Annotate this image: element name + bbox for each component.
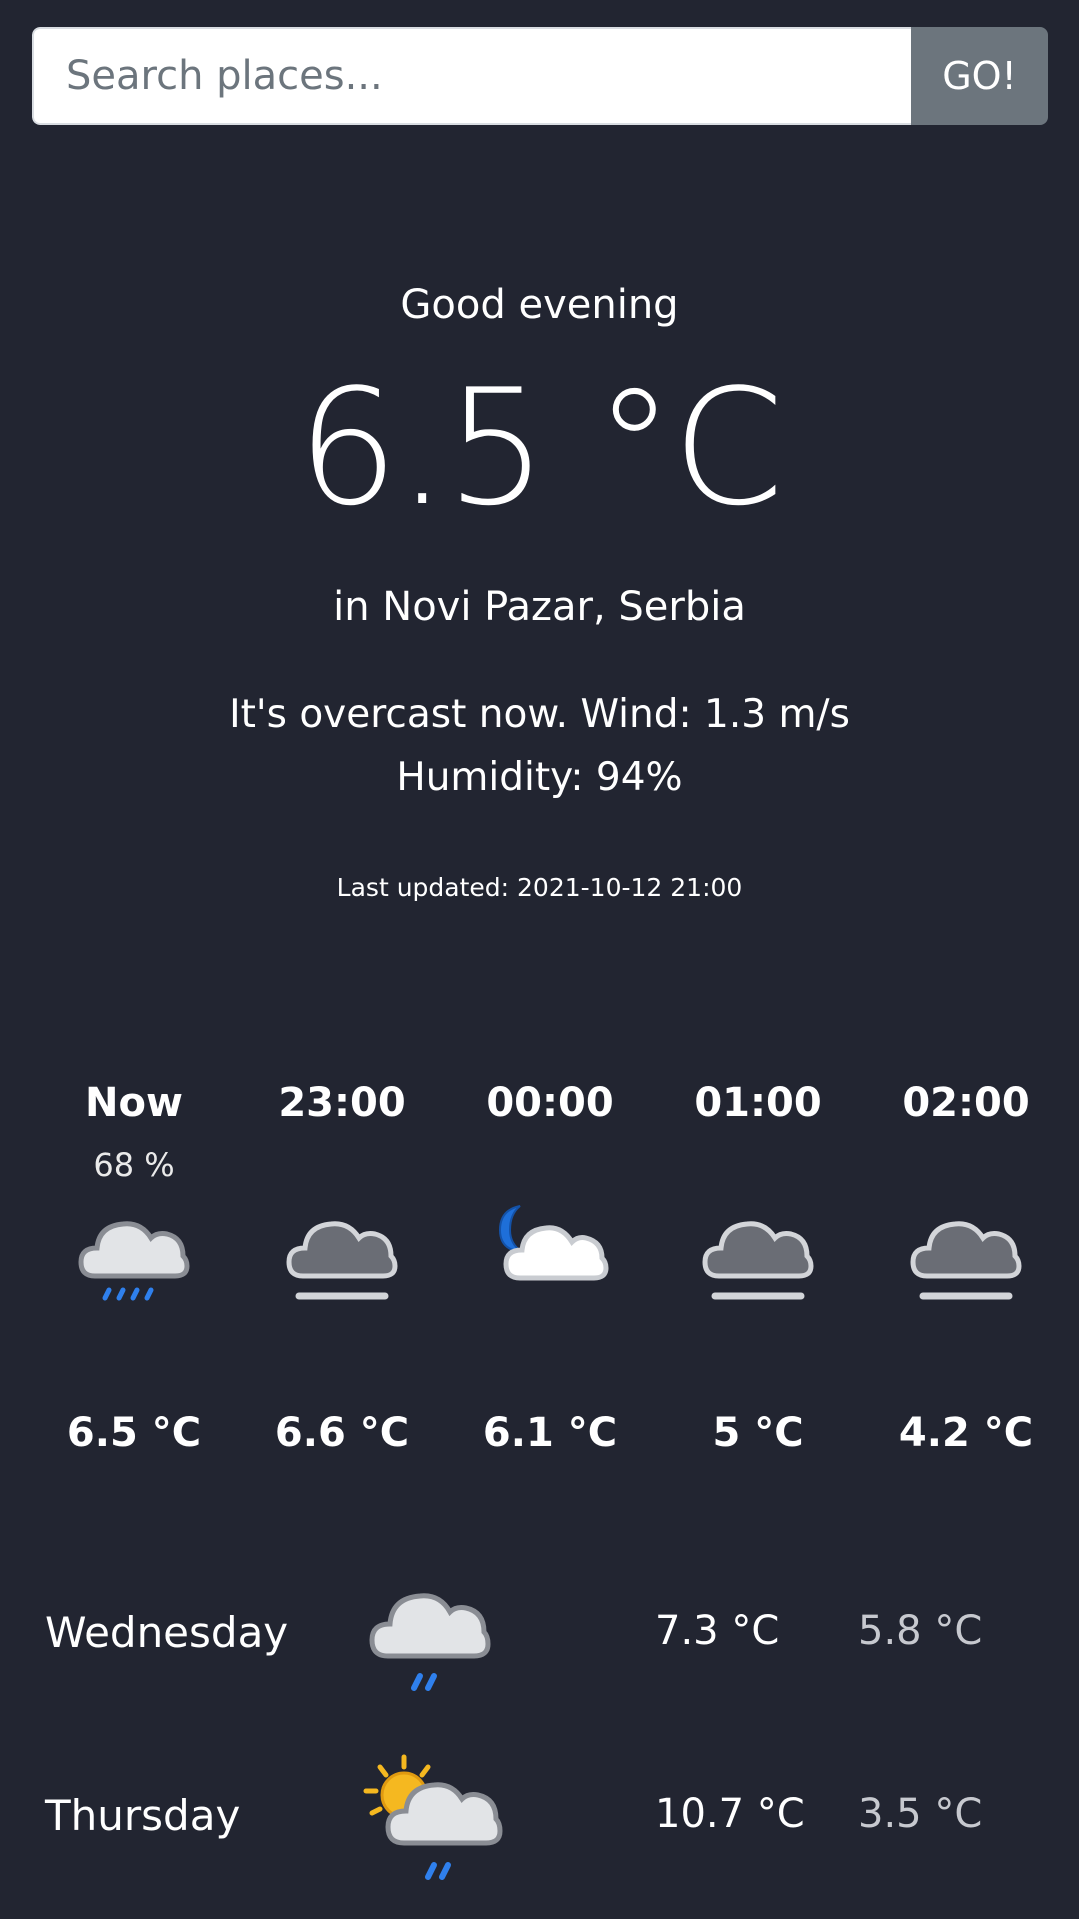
hourly-item: Now 68 % 6.5 °C: [30, 1080, 238, 1460]
humidity: Humidity: 94%: [396, 755, 683, 800]
hour-time: 02:00: [902, 1080, 1030, 1126]
hour-temperature: 5 °C: [712, 1410, 804, 1456]
day-min-temperature: 5.8 °C: [858, 1608, 983, 1654]
daily-row: Wednesday 7.3 °C 5.8 °C: [0, 1570, 1079, 1710]
hour-time: 00:00: [486, 1080, 614, 1126]
hourly-item: 02:00 4.2 °C: [862, 1080, 1070, 1460]
hourly-item: 01:00 5 °C: [654, 1080, 862, 1460]
weather-description: It's overcast now. Wind: 1.3 m/s: [229, 692, 850, 737]
hour-time: 01:00: [694, 1080, 822, 1126]
day-name: Thursday: [45, 1791, 241, 1840]
location: in Novi Pazar, Serbia: [333, 584, 746, 630]
day-name: Wednesday: [45, 1608, 289, 1657]
hourly-item: 23:00 6.6 °C: [238, 1080, 446, 1460]
greeting: Good evening: [400, 282, 679, 328]
sun-cloud-rain-icon: [363, 1754, 503, 1880]
hour-time: 23:00: [278, 1080, 406, 1126]
day-max-temperature: 7.3 °C: [655, 1608, 780, 1654]
hour-temperature: 6.5 °C: [66, 1410, 202, 1456]
hour-temperature: 6.1 °C: [482, 1410, 618, 1456]
cloud-rain-icon: [78, 1221, 190, 1301]
day-max-temperature: 10.7 °C: [655, 1791, 805, 1837]
daily-row: Thursday 10.7 °C 3.5 °C: [0, 1753, 1079, 1893]
overcast-fog-icon: [702, 1221, 814, 1300]
cloud-moon-icon: [498, 1205, 609, 1281]
day-min-temperature: 3.5 °C: [858, 1791, 983, 1837]
hour-temperature: 6.6 °C: [274, 1410, 410, 1456]
search-bar: GO!: [32, 27, 1048, 125]
precipitation-chance: 68 %: [93, 1146, 175, 1184]
search-input[interactable]: [32, 27, 911, 125]
overcast-fog-icon: [910, 1221, 1022, 1300]
current-temperature: 6.5 °C: [296, 354, 784, 541]
hour-temperature: 4.2 °C: [898, 1410, 1034, 1456]
go-button[interactable]: GO!: [911, 27, 1048, 125]
hourly-item: 00:00 6.1 °C: [446, 1080, 654, 1460]
overcast-fog-icon: [286, 1221, 398, 1300]
cloud-rain-icon: [369, 1593, 491, 1691]
last-updated: Last updated: 2021-10-12 21:00: [336, 873, 743, 902]
hourly-forecast: Now 68 % 6.5 °C 23:00 6.6 °C 00:00 6.1 °…: [30, 1080, 1070, 1460]
hour-time: Now: [85, 1080, 183, 1126]
